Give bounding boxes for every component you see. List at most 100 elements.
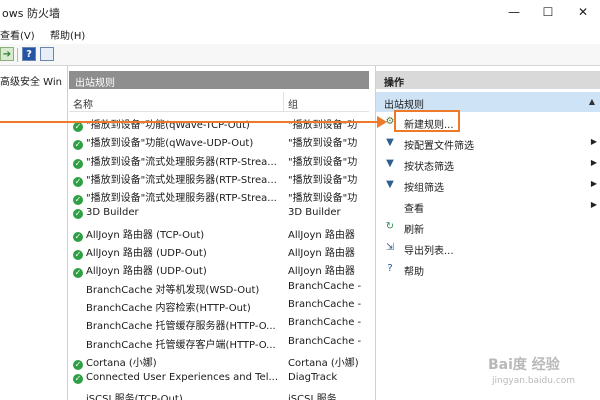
title-bar: ows 防火墙 — ☐ ✕	[0, 0, 600, 24]
rule-name-cell: ✓ 3D Builder	[73, 207, 284, 220]
show-action-pane-icon[interactable]	[40, 47, 54, 61]
table-row[interactable]: ✓ "播放到设备"流式处理服务器(RTP-Strea... "播放到设备"功	[69, 187, 369, 206]
action-label: 查看	[404, 204, 424, 215]
submenu-arrow-icon: ▶	[590, 200, 597, 209]
rule-name-cell: BranchCache 内容检索(HTTP-Out)	[73, 299, 284, 314]
actions-section-outbound[interactable]: 出站规则 ▲	[376, 92, 600, 112]
menu-view[interactable]: 查看(V)	[0, 27, 35, 42]
rule-group-cell: AllJoyn 路由器	[288, 266, 355, 278]
watermark-logo: Bai度 经验	[488, 357, 560, 373]
actions-pane: 操作 出站规则 ▲ ⚙ 新建规则... ▼ 按配置文件筛选 ▶ ▼ 按状态筛选 ▶ ▼ 按组筛选 ▶…	[375, 66, 600, 400]
watermark-url: jingyan.baidu.com	[492, 376, 576, 386]
rule-name: "播放到设备"功能(qWave-UDP-Out)	[86, 138, 254, 150]
table-row[interactable]: iSCSI 服务(TCP-Out) iSCSI 服务	[69, 388, 369, 400]
submenu-arrow-icon: ▶	[590, 137, 597, 146]
rule-name-cell: ✓ "播放到设备"功能(qWave-TCP-Out)	[73, 116, 284, 132]
rule-name-cell: ✓ AllJoyn 路由器 (UDP-Out)	[73, 244, 284, 261]
navigation-tree: 高级安全 Win	[0, 66, 68, 400]
action-label: 按配置文件筛选	[404, 141, 474, 152]
help-icon[interactable]: ?	[22, 47, 36, 61]
submenu-arrow-icon: ▶	[590, 158, 597, 167]
rule-group-cell: "播放到设备"功	[288, 138, 358, 150]
tree-node-advanced-security[interactable]: 高级安全 Win	[0, 73, 62, 88]
filter-icon: ▼	[386, 178, 394, 190]
table-row[interactable]: ✓ "播放到设备"功能(qWave-TCP-Out) "播放到设备"功	[69, 114, 369, 132]
column-header-name[interactable]: 名称	[69, 92, 284, 112]
table-row[interactable]: ✓ AllJoyn 路由器 (UDP-Out) AllJoyn 路由器	[69, 260, 369, 279]
filter-icon: ▼	[386, 157, 394, 169]
action-item[interactable]: ? 帮助	[376, 259, 600, 279]
toolbar-separator	[17, 48, 18, 62]
action-item[interactable]: ▼ 按状态筛选 ▶	[376, 154, 600, 174]
table-row[interactable]: ✓ AllJoyn 路由器 (UDP-Out) AllJoyn 路由器	[69, 242, 369, 261]
close-button[interactable]: ✕	[563, 0, 600, 24]
enabled-check-icon: ✓	[73, 374, 83, 385]
menu-help[interactable]: 帮助(H)	[50, 27, 85, 42]
action-item[interactable]: ▼ 按配置文件筛选 ▶	[376, 133, 600, 153]
rule-group-cell: BranchCache -	[288, 298, 362, 310]
rule-group-cell: AllJoyn 路由器	[288, 248, 355, 260]
rule-group-cell: "播放到设备"功	[288, 174, 358, 186]
enabled-check-icon: ✓	[73, 122, 83, 132]
maximize-button[interactable]: ☐	[528, 0, 568, 24]
rule-name-cell: ✓ "播放到设备"功能(qWave-UDP-Out)	[73, 134, 284, 151]
rule-name: AllJoyn 路由器 (UDP-Out)	[86, 248, 207, 260]
action-item[interactable]: ⇲ 导出列表...	[376, 238, 600, 258]
table-row[interactable]: BranchCache 内容检索(HTTP-Out) BranchCache -	[69, 297, 369, 315]
table-row[interactable]: BranchCache 对等机发现(WSD-Out) BranchCache -	[69, 279, 369, 297]
rule-name: AllJoyn 路由器 (TCP-Out)	[86, 229, 205, 241]
table-row[interactable]: BranchCache 托管缓存客户端(HTTP-O... BranchCache…	[69, 334, 369, 352]
rule-name-cell: ✓ Connected User Experiences and Tel...	[73, 372, 284, 385]
rule-name-cell: ✓ "播放到设备"流式处理服务器(RTP-Strea...	[73, 153, 284, 169]
table-row[interactable]: ✓ "播放到设备"流式处理服务器(RTP-Strea... "播放到设备"功	[69, 169, 369, 187]
rule-name: BranchCache 对等机发现(WSD-Out)	[86, 284, 260, 296]
action-item[interactable]: 查看 ▶	[376, 196, 600, 216]
table-row[interactable]: ✓ Cortana (小娜) Cortana (小娜)	[69, 352, 369, 370]
rule-name-cell: BranchCache 对等机发现(WSD-Out)	[73, 281, 284, 296]
action-item[interactable]: ↻ 刷新	[376, 217, 600, 237]
rule-name-cell: ✓ AllJoyn 路由器 (TCP-Out)	[73, 226, 284, 242]
enabled-check-icon: ✓	[73, 140, 83, 151]
table-row[interactable]: ✓ "播放到设备"流式处理服务器(RTP-Strea... "播放到设备"功	[69, 151, 369, 169]
table-row[interactable]: ✓ Connected User Experiences and Tel... Di…	[69, 370, 369, 388]
table-row[interactable]: ✓ AllJoyn 路由器 (TCP-Out) AllJoyn 路由器	[69, 224, 369, 242]
action-label: 刷新	[404, 225, 424, 236]
pane-title: 出站规则	[69, 71, 369, 89]
rule-name-cell: iSCSI 服务(TCP-Out)	[73, 390, 284, 400]
enabled-check-icon: ✓	[73, 268, 83, 279]
action-label: 导出列表...	[404, 246, 454, 257]
rule-group-cell: DiagTrack	[288, 372, 338, 384]
highlight-box	[394, 110, 460, 132]
rule-name-cell: ✓ "播放到设备"流式处理服务器(RTP-Strea...	[73, 171, 284, 187]
column-header-group[interactable]: 组	[284, 92, 369, 112]
rule-group-cell: iSCSI 服务	[288, 394, 337, 400]
collapse-caret-icon[interactable]: ▲	[589, 97, 595, 106]
forward-icon[interactable]: ➔	[0, 47, 14, 61]
rule-group-cell: BranchCache -	[288, 280, 362, 292]
blank-icon	[384, 199, 396, 211]
enabled-check-icon: ✓	[73, 195, 83, 206]
refresh-icon: ↻	[385, 220, 395, 232]
rule-name: "播放到设备"流式处理服务器(RTP-Strea...	[86, 174, 277, 186]
rule-group-cell: AllJoyn 路由器	[288, 229, 355, 241]
table-row[interactable]: ✓ "播放到设备"功能(qWave-UDP-Out) "播放到设备"功	[69, 132, 369, 151]
menu-bar: 查看(V) 帮助(H)	[0, 24, 600, 44]
rule-name: Cortana (小娜)	[86, 357, 157, 369]
enabled-check-icon: ✓	[73, 158, 83, 169]
enabled-check-icon: ✓	[73, 359, 83, 370]
window-title: ows 防火墙	[2, 7, 60, 20]
rule-name-cell: BranchCache 托管缓存服务器(HTTP-O...	[73, 317, 284, 332]
table-row[interactable]: BranchCache 托管缓存服务器(HTTP-O... BranchCache…	[69, 315, 369, 333]
table-row[interactable]: ✓ 3D Builder 3D Builder	[69, 205, 369, 223]
action-item[interactable]: ▼ 按组筛选 ▶	[376, 175, 600, 195]
rule-group-cell: Cortana (小娜)	[288, 357, 359, 369]
help-icon: ?	[387, 262, 393, 274]
rule-name-cell: ✓ AllJoyn 路由器 (UDP-Out)	[73, 262, 284, 279]
rule-group-cell: BranchCache -	[288, 335, 362, 347]
annotation-arrow-head	[377, 116, 387, 128]
rule-name: AllJoyn 路由器 (UDP-Out)	[86, 266, 207, 278]
submenu-arrow-icon: ▶	[590, 179, 597, 188]
rule-name: BranchCache 托管缓存服务器(HTTP-O...	[86, 321, 276, 333]
rule-name: BranchCache 托管缓存客户端(HTTP-O...	[86, 339, 276, 351]
annotation-arrow-line	[0, 121, 377, 123]
